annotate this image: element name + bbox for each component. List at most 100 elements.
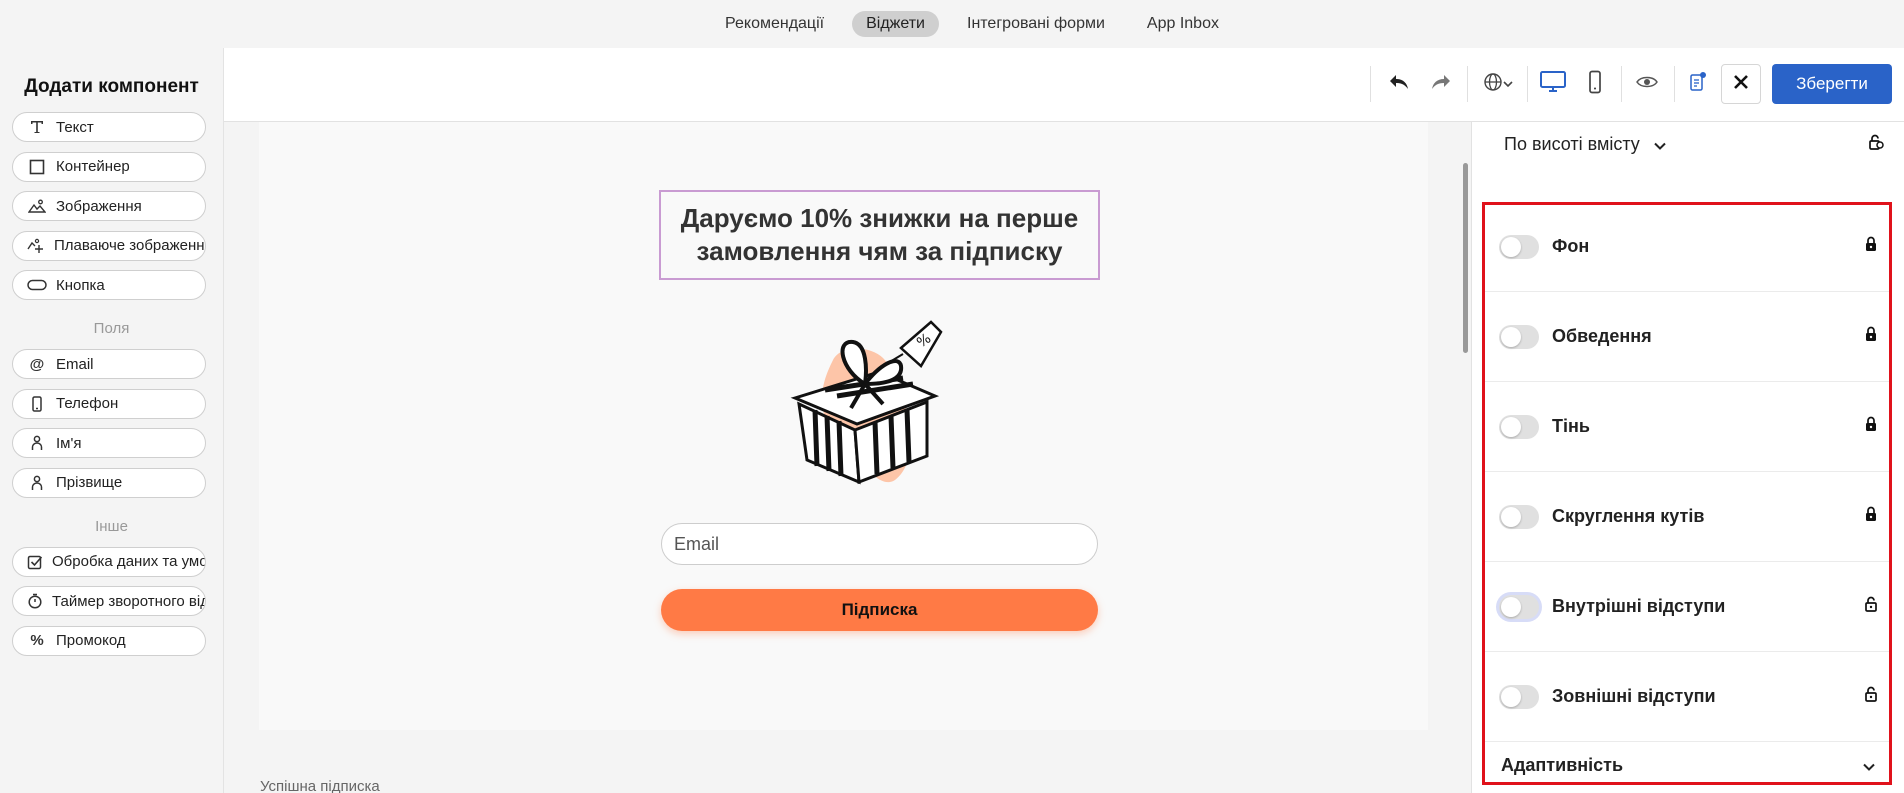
undo-button[interactable] xyxy=(1381,64,1417,104)
unlock-icon[interactable] xyxy=(1865,686,1877,707)
property-label: Скруглення кутів xyxy=(1552,506,1705,526)
border-toggle[interactable] xyxy=(1499,324,1539,349)
component-last-name[interactable]: Прізвище xyxy=(12,467,206,498)
lock-icon[interactable] xyxy=(1865,416,1877,437)
toolbar-divider xyxy=(1467,66,1468,102)
close-icon xyxy=(1733,74,1749,95)
component-floating-image[interactable]: Плаваюче зображення xyxy=(12,230,206,261)
component-button[interactable]: Кнопка xyxy=(12,270,206,300)
property-label: Обведення xyxy=(1552,326,1652,346)
subscribe-button[interactable]: Підписка xyxy=(661,589,1098,631)
widget-headline[interactable]: Даруємо 10% знижки на перше замовлення ч… xyxy=(659,190,1100,280)
component-label: Плаваюче зображення xyxy=(54,237,206,254)
component-text[interactable]: Текст xyxy=(12,112,206,142)
fields-group-label: Поля xyxy=(93,320,130,337)
property-label: Фон xyxy=(1552,236,1590,256)
component-promocode[interactable]: % Промокод xyxy=(12,625,206,656)
eye-icon xyxy=(1636,75,1658,94)
property-label: Тінь xyxy=(1552,416,1590,436)
toolbar-divider xyxy=(1621,66,1622,102)
properties-panel: По висоті вмісту Фон Обведення Тінь Скру… xyxy=(1471,122,1904,793)
editor-toolbar: Зберегти xyxy=(224,48,1904,122)
tab-widgets[interactable]: Віджети xyxy=(852,11,939,37)
component-label: Таймер зворотного відліку xyxy=(52,592,205,610)
property-margin: Зовнішні відступи xyxy=(1485,652,1889,742)
clipboard-icon xyxy=(1688,71,1708,98)
unlock-icon[interactable] xyxy=(1868,134,1884,155)
corner-radius-toggle[interactable] xyxy=(1499,504,1539,529)
other-group-label: Інше xyxy=(95,517,128,535)
toolbar-divider xyxy=(1370,66,1371,102)
property-padding: Внутрішні відступи xyxy=(1485,562,1889,652)
background-toggle[interactable] xyxy=(1499,234,1539,259)
chevron-down-icon xyxy=(1863,755,1875,776)
undo-icon xyxy=(1388,73,1410,96)
padding-toggle[interactable] xyxy=(1499,594,1539,619)
button-shape-icon xyxy=(27,279,47,291)
preview-button[interactable] xyxy=(1628,64,1666,104)
component-label: Прізвище xyxy=(56,474,123,491)
component-label: Обробка даних та умови xyxy=(52,553,205,570)
container-icon xyxy=(27,159,47,175)
person-icon xyxy=(27,435,47,451)
lock-icon[interactable] xyxy=(1865,326,1877,347)
language-dropdown[interactable] xyxy=(1476,64,1520,104)
redo-button[interactable] xyxy=(1423,64,1459,104)
component-label: Зображення xyxy=(56,197,142,215)
component-label: Ім'я xyxy=(56,434,82,452)
tab-app-inbox[interactable]: App Inbox xyxy=(1133,11,1233,37)
property-border: Обведення xyxy=(1485,292,1889,382)
component-label: Кнопка xyxy=(56,276,105,294)
save-button[interactable]: Зберегти xyxy=(1772,64,1892,104)
email-field[interactable]: Email xyxy=(661,523,1098,565)
close-button[interactable] xyxy=(1721,64,1761,104)
height-mode-value: По висоті вмісту xyxy=(1504,133,1640,154)
desktop-icon xyxy=(1539,70,1567,99)
adaptivity-section[interactable]: Адаптивність xyxy=(1485,742,1889,788)
lock-icon[interactable] xyxy=(1865,506,1877,527)
person-icon xyxy=(27,475,47,491)
property-corner-radius: Скруглення кутів xyxy=(1485,472,1889,562)
component-first-name[interactable]: Ім'я xyxy=(12,428,206,458)
component-container[interactable]: Контейнер xyxy=(12,151,206,182)
unlock-icon[interactable] xyxy=(1865,596,1877,617)
component-sidebar: Додати компонент Текст Контейнер Зображе… xyxy=(0,48,224,793)
success-state-label: Успішна підписка xyxy=(260,778,380,793)
widget-canvas: Даруємо 10% знижки на перше замовлення ч… xyxy=(259,122,1428,730)
mobile-preview-button[interactable] xyxy=(1578,64,1612,104)
desktop-preview-button[interactable] xyxy=(1534,64,1572,104)
height-mode-dropdown[interactable]: По висоті вмісту xyxy=(1504,130,1884,158)
at-icon: @ xyxy=(29,355,45,373)
margin-toggle[interactable] xyxy=(1499,684,1539,709)
component-label: Контейнер xyxy=(56,158,130,175)
tab-recommendations[interactable]: Рекомендації xyxy=(711,11,838,37)
canvas-area: Даруємо 10% знижки на перше замовлення ч… xyxy=(224,122,1470,793)
floating-image-icon xyxy=(27,238,45,254)
notes-button[interactable] xyxy=(1680,64,1716,104)
shadow-toggle[interactable] xyxy=(1499,414,1539,439)
adaptivity-label: Адаптивність xyxy=(1501,754,1624,775)
image-icon xyxy=(27,198,47,214)
component-label: Телефон xyxy=(56,395,119,412)
redo-icon xyxy=(1430,73,1452,96)
globe-icon xyxy=(1483,72,1503,97)
property-label: Внутрішні відступи xyxy=(1552,596,1726,616)
lock-icon[interactable] xyxy=(1865,236,1877,257)
text-icon xyxy=(27,120,47,134)
component-data-processing[interactable]: Обробка даних та умови xyxy=(12,546,206,577)
component-countdown-timer[interactable]: Таймер зворотного відліку xyxy=(12,586,206,616)
top-nav: Рекомендації Віджети Інтегровані форми A… xyxy=(0,0,1904,48)
toolbar-divider xyxy=(1527,66,1528,102)
tab-integrated-forms[interactable]: Інтегровані форми xyxy=(953,11,1119,37)
canvas-scrollbar[interactable] xyxy=(1463,163,1468,353)
component-email[interactable]: @ Email xyxy=(12,349,206,379)
property-label: Зовнішні відступи xyxy=(1552,686,1716,706)
phone-icon xyxy=(27,395,47,412)
checkbox-icon xyxy=(27,554,43,570)
component-label: Текст xyxy=(56,118,94,136)
component-phone[interactable]: Телефон xyxy=(12,388,206,419)
component-label: Промокод xyxy=(56,632,126,649)
property-shadow: Тінь xyxy=(1485,382,1889,472)
property-background: Фон xyxy=(1485,202,1889,292)
component-image[interactable]: Зображення xyxy=(12,191,206,221)
